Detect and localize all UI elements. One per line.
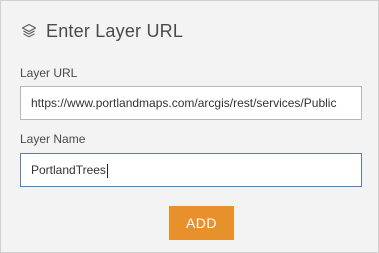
layer-name-label: Layer Name <box>20 132 86 146</box>
panel-title: Enter Layer URL <box>46 20 184 41</box>
panel-header: Enter Layer URL <box>20 18 183 44</box>
text-caret <box>106 163 108 178</box>
add-button[interactable]: ADD <box>169 206 234 240</box>
layer-name-input[interactable]: PortlandTrees <box>20 153 362 187</box>
layers-icon <box>20 22 38 40</box>
add-layer-panel: Enter Layer URL Layer URL https://www.po… <box>0 0 379 253</box>
layer-url-value: https://www.portlandmaps.com/arcgis/rest… <box>31 96 337 110</box>
layer-url-input[interactable]: https://www.portlandmaps.com/arcgis/rest… <box>20 86 362 120</box>
layer-name-value: PortlandTrees <box>31 163 106 177</box>
layer-url-label: Layer URL <box>20 66 78 80</box>
